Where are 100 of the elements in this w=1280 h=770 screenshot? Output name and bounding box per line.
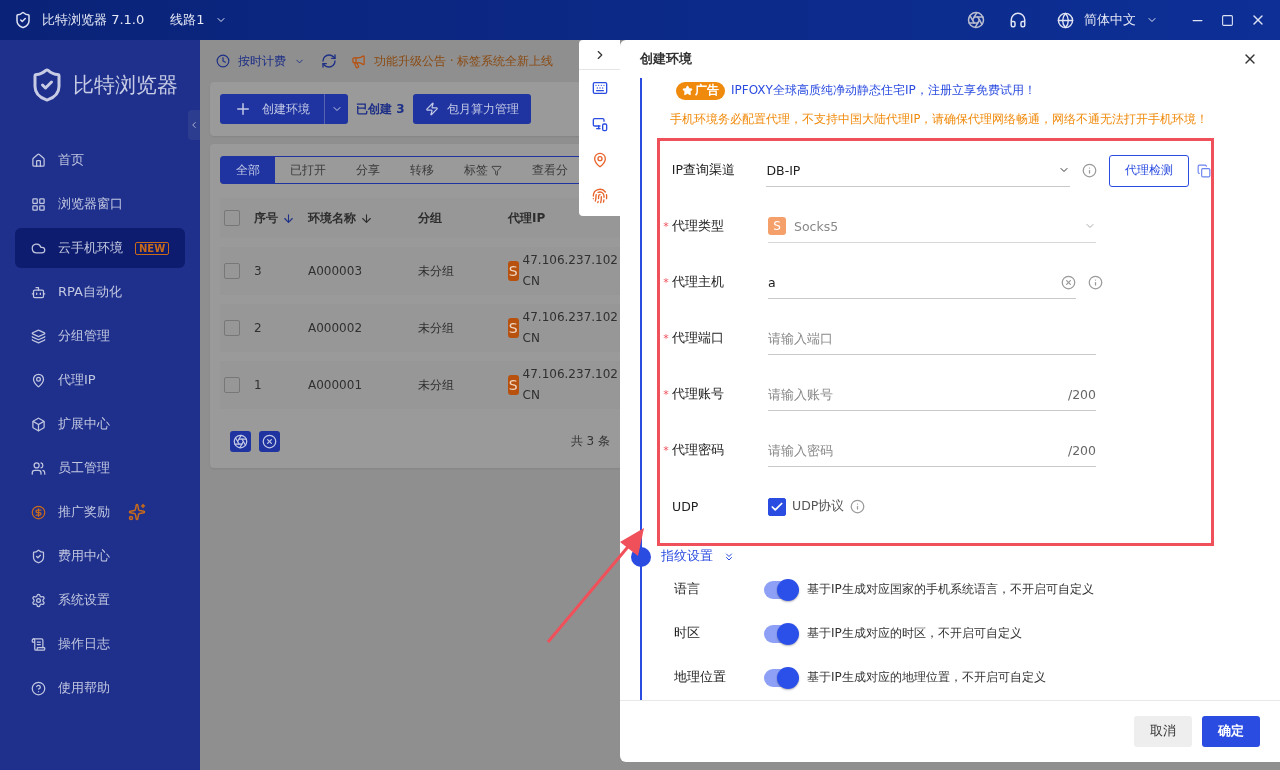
headset-icon[interactable] [1009,11,1027,29]
home-icon [31,152,46,168]
required-mark: * [663,220,669,234]
created-count: 已创建 3 [356,100,405,118]
lightning-icon [424,102,439,116]
new-badge: NEW [135,241,170,255]
select-field[interactable]: DB-IP [766,154,1070,187]
table-cell: 1 [254,378,262,392]
nav-item[interactable]: 推广奖励 [15,492,185,532]
nav-label: 分组管理 [58,327,110,345]
input-field[interactable]: 请输入端口 [768,330,1096,346]
nav-item[interactable]: 员工管理 [15,448,185,488]
megaphone-icon [351,53,366,69]
column-header: 代理IP [508,209,546,227]
field-label: 代理账号 [672,386,725,404]
row-checkbox[interactable] [224,263,240,279]
filter-tab[interactable]: 查看分 [517,157,583,183]
copy-icon[interactable] [1197,163,1211,178]
refresh-icon[interactable] [321,53,337,69]
create-split-button[interactable]: 创建环境 [220,94,348,124]
nav-item[interactable]: 操作日志 [15,624,185,664]
field-label: 代理密码 [672,442,725,460]
nav-item[interactable]: RPA自动化 [15,272,185,312]
route-selector[interactable]: 线路1 [170,11,205,29]
filter-icon[interactable] [491,164,502,176]
nav-label: 浏览器窗口 [58,195,123,213]
table-cell: 未分组 [418,319,454,337]
sort-arrow-icon[interactable] [282,211,295,225]
field-label: IP查询渠道 [671,162,737,180]
theme-toggle-icon[interactable] [967,11,985,29]
nav-item[interactable]: 首页 [15,140,185,180]
language-selector[interactable]: 简体中文 [1084,11,1136,29]
monthly-button[interactable]: 包月算力管理 [412,94,531,124]
clock-icon [216,54,230,68]
settings-icon [31,592,46,608]
toggle-switch[interactable] [764,580,797,599]
table-cell: A000002 [308,321,363,335]
app-title: 比特浏览器 7.1.0 [42,11,145,29]
cancel-button[interactable]: 取消 [1134,715,1192,747]
ad-link[interactable]: IPFOXY全球高质纯净动静态住宅IP，注册立享免费试用！ [731,82,1036,100]
sort-arrow-icon[interactable] [360,211,373,225]
input-field[interactable]: 请输入密码 [768,442,1060,458]
nav-item[interactable]: 费用中心 [15,536,185,576]
row-checkbox[interactable] [224,377,240,393]
column-header[interactable]: 序号 [254,209,278,227]
tab-label: 转移 [410,161,434,179]
nav-item[interactable]: 浏览器窗口 [15,184,185,224]
toggle-switch[interactable] [764,624,797,643]
monthly-label: 包月算力管理 [446,100,519,118]
input-field[interactable]: 请输入账号 [768,386,1060,402]
create-label: 创建环境 [262,100,310,118]
field-label: 代理端口 [672,330,725,348]
filter-tab[interactable]: 已打开 [275,157,341,183]
nav-item[interactable]: 代理IP [15,360,185,400]
input-field[interactable]: a [768,274,1053,290]
nav-label: 系统设置 [58,591,110,609]
proxy-check-button[interactable]: 代理检测 [1109,154,1189,187]
filter-tab[interactable]: 转移 [395,157,449,183]
char-counter: /200 [1067,442,1096,458]
nav-item[interactable]: 使用帮助 [15,668,185,708]
nav-item[interactable]: 扩展中心 [15,404,185,444]
filter-tab[interactable]: 标签 [449,157,517,183]
chevrons-down-icon[interactable] [723,550,735,563]
maximize-icon[interactable] [1221,13,1234,27]
field-label: UDP [672,499,700,515]
nav-item[interactable]: 云手机环境 NEW [15,228,185,268]
char-counter: /200 [1067,386,1096,402]
select-all-checkbox[interactable] [224,210,240,226]
row-checkbox[interactable] [224,320,240,336]
proxy-type-badge: S [508,261,519,281]
tab-label: 已打开 [290,161,326,179]
table-cell: A000001 [308,378,363,392]
aperture-icon[interactable] [230,431,251,452]
toggle-switch[interactable] [764,668,797,687]
cube-icon [31,416,46,432]
warning-text: 手机环境务必配置代理，不支持中国大陆代理IP，请确保代理网络畅通，网络不通无法打开手机环境！ [670,111,1210,127]
confirm-button[interactable]: 确定 [1202,715,1260,747]
section-toggle[interactable]: 指纹设置 [661,548,713,566]
proxy-ip: 47.106.237.102 [522,366,618,383]
column-header[interactable]: 环境名称 [308,209,356,227]
filter-tab[interactable]: 分享 [341,157,395,183]
billing-selector[interactable]: 按时计费 [238,52,286,70]
column-header: 分组 [418,209,442,227]
nav-label: 费用中心 [58,547,110,565]
required-mark: * [663,444,669,458]
nav-item[interactable]: 分组管理 [15,316,185,356]
tab-label: 标签 [464,161,488,179]
proxy-ip: 47.106.237.102 [522,309,618,326]
proxy-country: CN [522,273,541,290]
clear-icon[interactable] [1061,274,1076,290]
filter-tab[interactable]: 全部 [221,157,275,183]
tab-label: 查看分 [532,161,568,179]
toggle-hint: 基于IP生成对应的时区，不开启可自定义 [807,625,1022,643]
nav-item[interactable]: 系统设置 [15,580,185,620]
collapse-handle[interactable] [188,110,200,140]
udp-checkbox[interactable] [768,497,786,516]
nav-label: 推广奖励 [58,503,110,521]
logo-icon [14,11,32,29]
close-circle-icon[interactable] [259,431,280,452]
proxy-ip: 47.106.237.102 [522,252,618,269]
